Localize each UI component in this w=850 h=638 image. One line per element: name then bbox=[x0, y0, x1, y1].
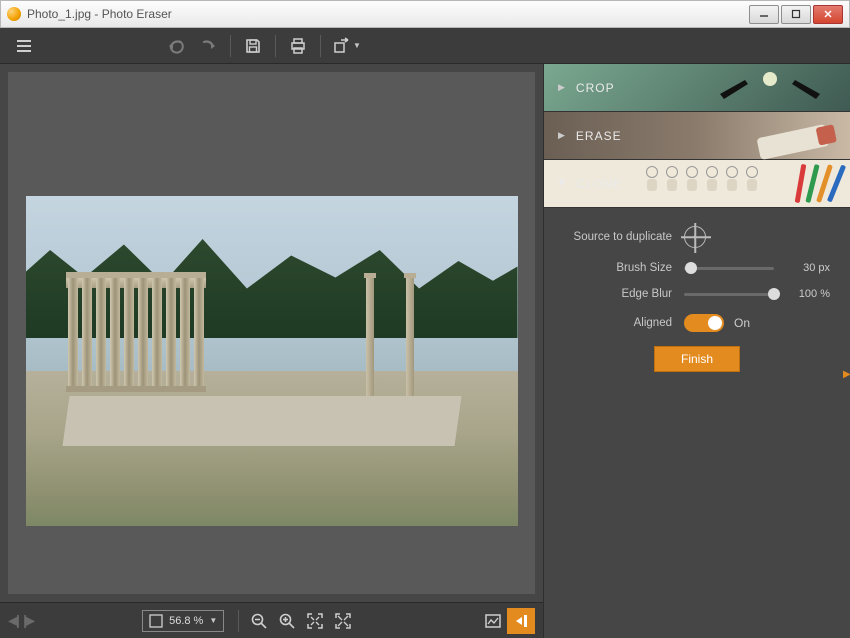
compare-button[interactable] bbox=[479, 608, 507, 634]
window-controls bbox=[747, 5, 843, 24]
minimize-button[interactable] bbox=[749, 5, 779, 24]
side-panel: ▶ CROP ▶ ERASE bbox=[544, 64, 850, 638]
redo-icon bbox=[199, 37, 217, 55]
zoom-value: 56.8 % bbox=[169, 615, 203, 627]
close-button[interactable] bbox=[813, 5, 843, 24]
toolbar-separator bbox=[275, 35, 276, 57]
window-title: Photo_1.jpg - Photo Eraser bbox=[27, 7, 747, 21]
edge-blur-value: 100 % bbox=[784, 288, 830, 300]
canvas-viewport[interactable] bbox=[8, 72, 535, 594]
edge-blur-slider[interactable] bbox=[684, 293, 774, 296]
brush-size-slider[interactable] bbox=[684, 267, 774, 270]
main-area: ◀|| ||▶ 56.8 % ▼ bbox=[0, 64, 850, 638]
panel-header-clone[interactable]: ▶ CLONE bbox=[544, 160, 850, 208]
zoom-out-icon bbox=[251, 613, 267, 629]
actual-size-button[interactable] bbox=[329, 608, 357, 634]
toolbar-separator bbox=[238, 610, 239, 632]
export-button[interactable]: ▼ bbox=[327, 32, 367, 60]
save-button[interactable] bbox=[237, 32, 269, 60]
toolbar-separator bbox=[320, 35, 321, 57]
fit-screen-icon bbox=[307, 613, 323, 629]
top-toolbar: ▼ bbox=[0, 28, 850, 64]
prev-image-button[interactable]: ◀|| bbox=[8, 612, 17, 629]
fit-screen-button[interactable] bbox=[301, 608, 329, 634]
save-icon bbox=[244, 37, 262, 55]
chevron-right-icon: ▶ bbox=[558, 82, 566, 93]
chevron-down-icon: ▼ bbox=[353, 41, 361, 50]
canvas-area: ◀|| ||▶ 56.8 % ▼ bbox=[0, 64, 544, 638]
maximize-button[interactable] bbox=[781, 5, 811, 24]
source-target-button[interactable] bbox=[684, 226, 706, 248]
print-icon bbox=[289, 37, 307, 55]
brush-size-value: 30 px bbox=[784, 262, 830, 274]
toolbar-separator bbox=[230, 35, 231, 57]
zoom-in-icon bbox=[279, 613, 295, 629]
panel-header-erase[interactable]: ▶ ERASE bbox=[544, 112, 850, 160]
zoom-display[interactable]: 56.8 % ▼ bbox=[142, 610, 224, 632]
brush-size-label: Brush Size bbox=[564, 262, 684, 274]
aligned-state: On bbox=[734, 316, 750, 330]
redo-button[interactable] bbox=[192, 32, 224, 60]
panel-label: ERASE bbox=[576, 129, 622, 143]
chevron-right-icon: ▶ bbox=[558, 130, 566, 141]
finish-button[interactable]: Finish bbox=[654, 346, 740, 372]
app-icon bbox=[7, 7, 21, 21]
fit-icon bbox=[149, 614, 163, 628]
panel-header-crop[interactable]: ▶ CROP bbox=[544, 64, 850, 112]
zoom-in-button[interactable] bbox=[273, 608, 301, 634]
menu-button[interactable] bbox=[8, 32, 40, 60]
panel-label: CROP bbox=[576, 81, 615, 95]
window-titlebar: Photo_1.jpg - Photo Eraser bbox=[0, 0, 850, 28]
undo-button[interactable] bbox=[160, 32, 192, 60]
hamburger-icon bbox=[15, 37, 33, 55]
app-root: ▼ bbox=[0, 28, 850, 638]
aligned-label: Aligned bbox=[564, 317, 684, 329]
toggle-panel-button[interactable] bbox=[507, 608, 535, 634]
compare-icon bbox=[485, 613, 501, 629]
aligned-toggle[interactable] bbox=[684, 314, 724, 332]
flyout-handle[interactable]: ▶ bbox=[843, 364, 850, 384]
clone-panel-body: Source to duplicate Brush Size 30 px Edg… bbox=[544, 208, 850, 390]
print-button[interactable] bbox=[282, 32, 314, 60]
photo-image bbox=[26, 196, 518, 526]
export-icon bbox=[333, 37, 351, 55]
zoom-out-button[interactable] bbox=[245, 608, 273, 634]
collapse-right-icon bbox=[513, 613, 529, 629]
next-image-button[interactable]: ||▶ bbox=[23, 612, 32, 629]
bottom-toolbar: ◀|| ||▶ 56.8 % ▼ bbox=[0, 602, 543, 638]
actual-size-icon bbox=[335, 613, 351, 629]
source-label: Source to duplicate bbox=[564, 231, 684, 243]
chevron-down-icon: ▼ bbox=[209, 616, 217, 625]
undo-icon bbox=[167, 37, 185, 55]
chevron-down-icon: ▶ bbox=[556, 180, 567, 188]
edge-blur-label: Edge Blur bbox=[564, 288, 684, 300]
panel-label: CLONE bbox=[576, 177, 622, 191]
